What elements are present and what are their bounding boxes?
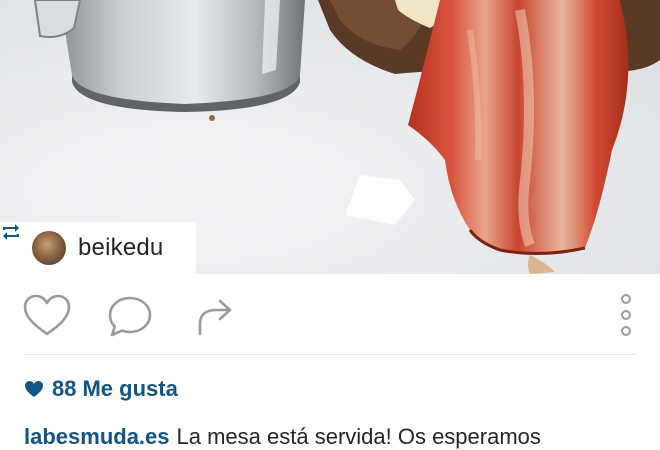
more-options-button[interactable]	[617, 292, 635, 343]
share-button[interactable]	[196, 296, 238, 343]
like-button[interactable]	[22, 294, 72, 343]
comment-button[interactable]	[106, 295, 154, 344]
repost-icon	[0, 224, 20, 259]
avatar[interactable]	[32, 231, 66, 265]
repost-attribution[interactable]: beikedu	[0, 222, 196, 274]
comment-bubble-icon	[108, 296, 152, 337]
heart-filled-icon	[24, 380, 44, 398]
caption-text: La mesa está servida! Os esperamos	[176, 424, 541, 449]
vertical-dots-icon	[621, 294, 631, 336]
caption-username[interactable]: labesmuda.es	[24, 424, 170, 449]
divider	[24, 354, 636, 355]
post-caption: labesmuda.es La mesa está servida! Os esp…	[24, 424, 644, 450]
post-action-bar	[0, 274, 660, 354]
likes-count: 88	[52, 376, 77, 401]
likes-summary[interactable]: 88 Me gusta	[24, 374, 178, 404]
repost-username[interactable]: beikedu	[78, 234, 163, 262]
post-photo[interactable]: beikedu	[0, 0, 660, 274]
heart-outline-icon	[23, 294, 71, 336]
likes-label: Me gusta	[82, 376, 178, 401]
share-arrow-icon	[198, 299, 232, 336]
